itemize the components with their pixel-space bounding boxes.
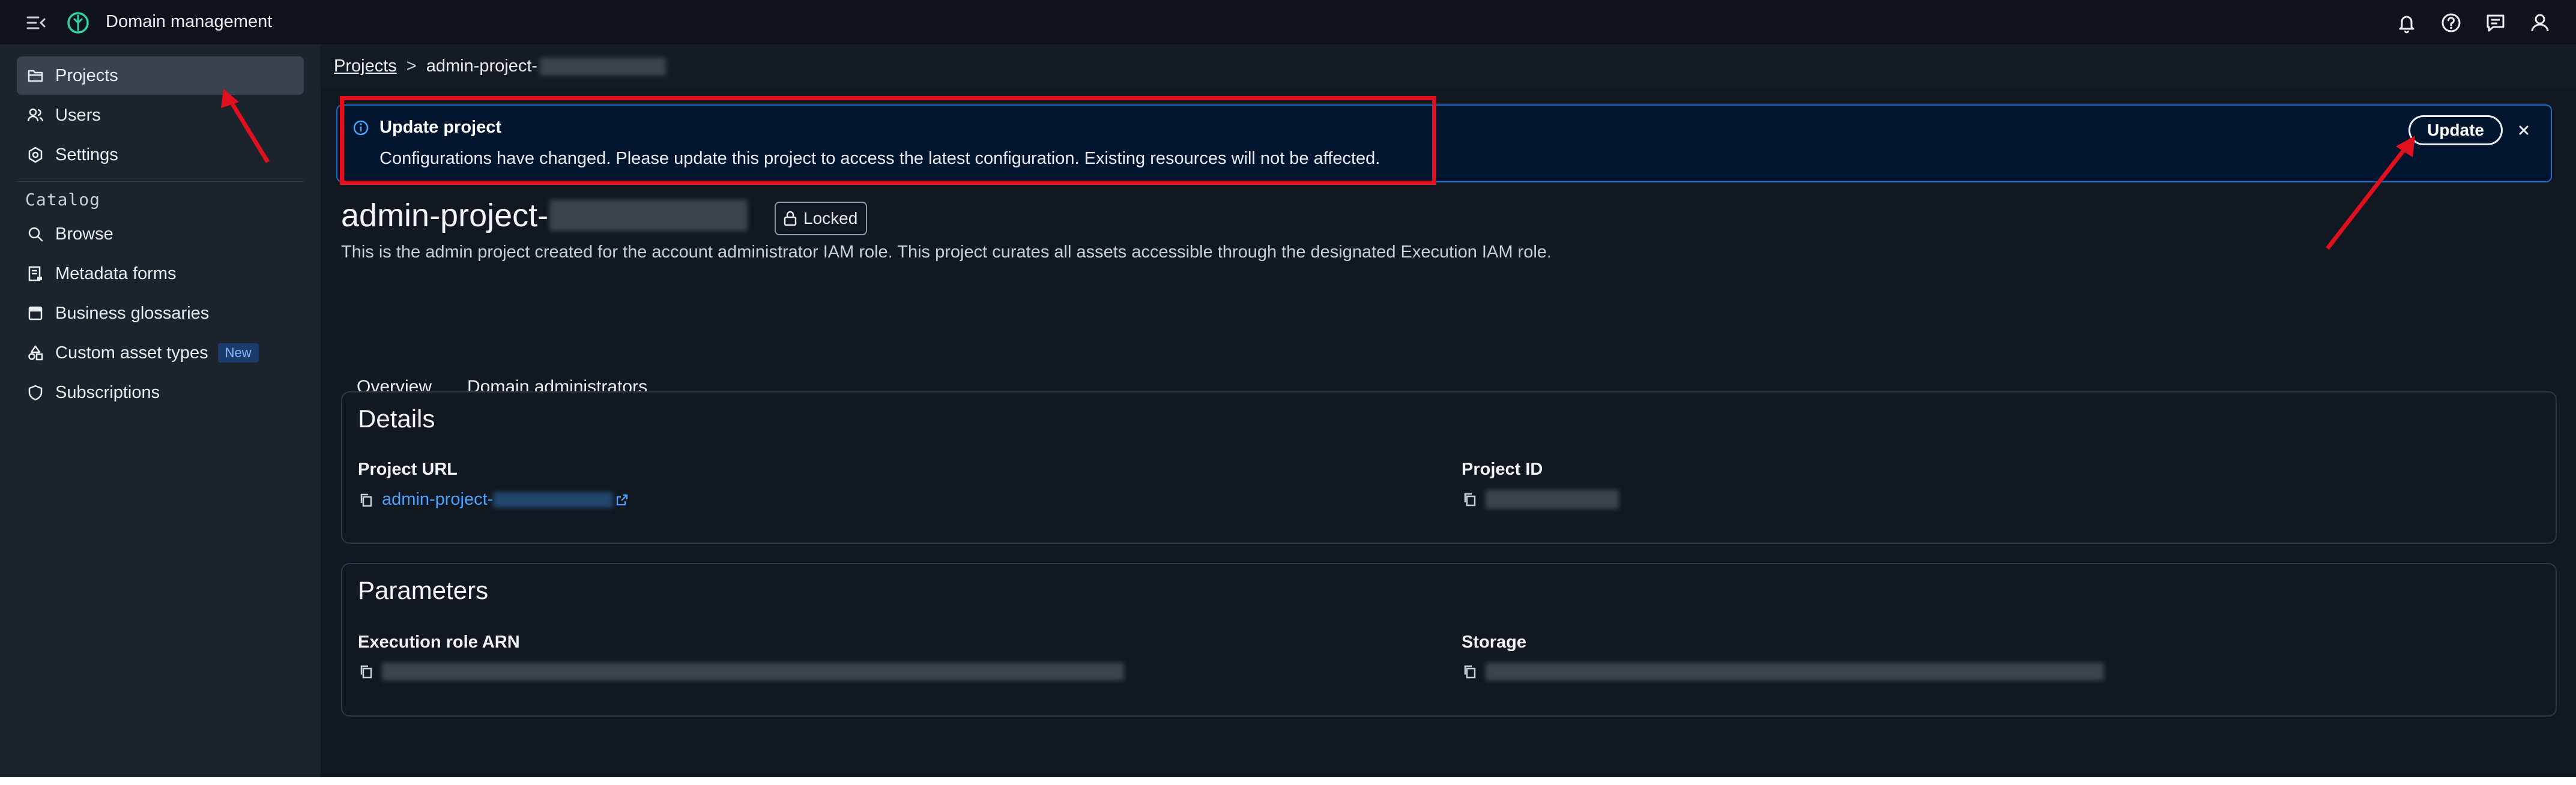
locked-badge: Locked — [775, 202, 868, 235]
close-icon[interactable] — [2514, 120, 2534, 140]
domain-logo-icon — [67, 12, 89, 34]
details-card: Details Project URL admin-project- Proje… — [341, 391, 2557, 544]
notifications-icon[interactable] — [2395, 11, 2419, 35]
folder-icon — [28, 70, 43, 82]
settings-icon — [28, 146, 43, 163]
user-icon[interactable] — [2528, 11, 2552, 35]
sidebar-item-label: Settings — [55, 145, 118, 164]
search-icon — [28, 227, 43, 242]
sidebar-item-settings[interactable]: Settings — [17, 136, 304, 174]
sidebar: Projects Users Settings Catalog Browse M… — [0, 44, 321, 777]
project-url-label: Project URL — [358, 460, 458, 479]
redacted-text — [493, 492, 614, 508]
breadcrumb-current: admin-project- — [426, 56, 538, 76]
catalog-heading: Catalog — [25, 190, 101, 209]
asset-types-icon — [28, 345, 43, 361]
copy-icon[interactable] — [1462, 663, 1478, 680]
project-description: This is the admin project created for th… — [341, 242, 1552, 262]
sidebar-item-browse[interactable]: Browse — [17, 215, 304, 253]
menu-toggle-icon[interactable] — [24, 11, 48, 35]
lock-icon — [784, 211, 797, 226]
parameters-heading: Parameters — [358, 576, 489, 604]
shield-icon — [28, 385, 43, 401]
feedback-icon[interactable] — [2484, 11, 2508, 35]
copy-icon[interactable] — [358, 663, 375, 680]
breadcrumb-projects-link[interactable]: Projects — [334, 56, 397, 76]
book-icon — [28, 306, 43, 320]
highlight-box — [340, 96, 1436, 185]
breadcrumb: Projects > admin-project- — [334, 56, 667, 76]
project-url-value: admin-project- — [358, 490, 629, 510]
parameters-card: Parameters Execution role ARN Storage — [341, 563, 2557, 717]
breadcrumb-bar: Projects > admin-project- — [321, 44, 2576, 89]
sidebar-item-label: Metadata forms — [55, 263, 177, 283]
sidebar-item-subscriptions[interactable]: Subscriptions — [17, 373, 304, 412]
redacted-text — [1486, 663, 2104, 681]
form-icon — [28, 266, 42, 281]
redacted-text — [549, 200, 748, 231]
sidebar-item-label: Business glossaries — [55, 303, 210, 323]
storage-value — [1462, 663, 2104, 681]
breadcrumb-separator: > — [406, 56, 417, 76]
new-badge: New — [217, 343, 259, 362]
sidebar-item-business-glossaries[interactable]: Business glossaries — [17, 294, 304, 332]
users-icon — [27, 108, 44, 122]
locked-label: Locked — [803, 209, 858, 227]
redacted-text — [540, 57, 667, 76]
sidebar-item-label: Custom asset types — [55, 343, 208, 362]
page-title: admin-project- — [341, 197, 748, 234]
copy-icon[interactable] — [358, 492, 375, 508]
copy-icon[interactable] — [1462, 491, 1478, 508]
execution-role-value — [358, 663, 1124, 681]
redacted-text — [382, 663, 1124, 681]
sidebar-item-label: Subscriptions — [55, 382, 160, 402]
sidebar-item-custom-asset-types[interactable]: Custom asset types New — [17, 334, 304, 372]
project-url-link[interactable]: admin-project- — [382, 490, 493, 510]
help-icon[interactable] — [2439, 11, 2463, 35]
execution-role-label: Execution role ARN — [358, 633, 520, 652]
update-button[interactable]: Update — [2408, 115, 2503, 145]
sidebar-item-metadata-forms[interactable]: Metadata forms — [17, 254, 304, 293]
external-link-icon[interactable] — [615, 493, 629, 507]
details-heading: Details — [358, 405, 435, 433]
sidebar-item-label: Browse — [55, 224, 113, 244]
project-name: admin-project- — [341, 197, 549, 233]
sidebar-divider — [17, 181, 304, 182]
sidebar-item-label: Users — [55, 105, 101, 125]
sidebar-item-label: Projects — [55, 65, 118, 85]
top-bar: Domain management — [0, 0, 2576, 45]
app-title: Domain management — [106, 12, 273, 31]
project-id-label: Project ID — [1462, 460, 1543, 479]
top-bar-actions — [2395, 11, 2552, 35]
storage-label: Storage — [1462, 633, 1526, 652]
sidebar-item-users[interactable]: Users — [17, 96, 304, 134]
project-id-value — [1462, 490, 1619, 509]
redacted-text — [1486, 490, 1619, 509]
sidebar-item-projects[interactable]: Projects — [17, 56, 304, 95]
